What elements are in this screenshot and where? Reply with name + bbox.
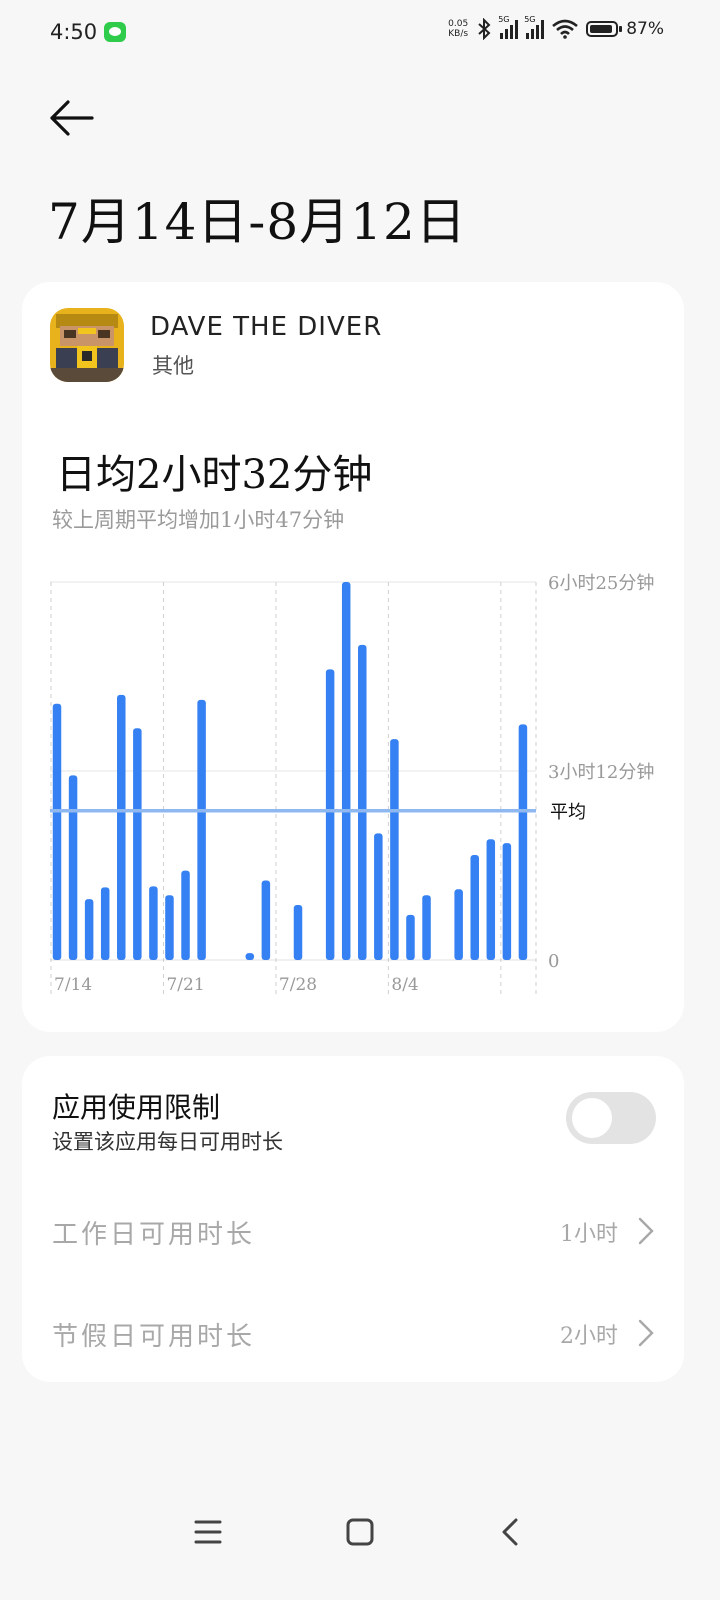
y-tick-label: 0 [548,951,559,972]
bar-8/5 [406,914,415,960]
limit-title: 应用使用限制 [52,1091,221,1124]
bar-7/17 [100,887,110,960]
bar-8/12 [518,724,528,960]
system-nav-bar [0,1494,720,1564]
status-time: 4:50 [50,20,98,44]
x-tick-label: 8/4 [391,975,418,995]
status-bar: 4:50 0.05 KB/s 5G 5G 87% [0,0,720,66]
x-tick-label: 7/21 [166,975,204,995]
comparison-text: 较上周期平均增加1小时47分钟 [52,508,345,532]
bar-8/3 [374,833,383,960]
workday-label: 工作日可用时长 [52,1220,256,1250]
net-speed: 0.05 KB/s [448,19,469,39]
bar-8/4 [390,739,399,960]
chevron-right-icon [638,1319,654,1347]
workday-value: 1小时 [560,1222,618,1247]
chevron-right-icon [638,1217,654,1245]
y-tick-label: 6小时25分钟 [548,573,654,594]
app-icon[interactable] [50,308,124,382]
holiday-label: 节假日可用时长 [52,1322,256,1352]
bar-7/26 [245,953,255,960]
average-label: 平均 [550,802,586,823]
message-notification-icon [104,22,126,42]
bar-7/27 [261,880,271,960]
bar-7/16 [84,899,94,960]
limit-card: 应用使用限制 设置该应用每日可用时长 工作日可用时长 1小时 节假日可用时长 2… [22,1056,684,1382]
page-title: 7月14日-8月12日 [48,193,467,251]
bar-8/2 [358,644,367,960]
app-category: 其他 [152,354,194,378]
bar-8/9 [470,854,479,960]
menu-icon[interactable] [188,1512,228,1552]
bar-7/29 [293,905,303,960]
bar-8/11 [502,843,512,960]
holiday-limit-row[interactable]: 节假日可用时长 2小时 [52,1304,656,1364]
usage-card: DAVE THE DIVER 其他 日均2小时32分钟 较上周期平均增加1小时4… [22,282,684,1032]
workday-limit-row[interactable]: 工作日可用时长 1小时 [52,1202,656,1262]
status-icons: 0.05 KB/s 5G 5G 87% [448,15,664,40]
holiday-value: 2小时 [560,1324,618,1349]
home-icon[interactable] [340,1512,380,1552]
x-tick-label: 7/28 [279,975,317,995]
toggle-knob [572,1098,612,1138]
bar-7/18 [117,694,126,960]
bar-7/23 [197,699,206,960]
usage-bar-chart: 平均 6小时25分钟 3小时12分钟 0 7/14 7/21 7/28 8/4 [50,573,654,995]
bar-7/21 [165,895,174,960]
bar-7/20 [149,886,158,960]
back-arrow-icon[interactable] [48,98,94,138]
bar-8/10 [486,839,496,960]
bar-7/15 [68,775,78,960]
wifi-icon [552,19,579,39]
bar-8/6 [422,895,431,960]
daily-average: 日均2小时32分钟 [56,452,373,498]
nav-back-icon[interactable] [492,1512,532,1552]
bar-7/14 [52,703,62,960]
signal-icon: 5G [498,15,519,39]
bar-7/31 [325,669,335,960]
battery-icon [586,21,623,37]
x-tick-label: 7/14 [54,975,92,995]
app-name: DAVE THE DIVER [150,312,383,342]
bar-7/22 [181,870,190,960]
bar-8/1 [341,582,351,960]
signal-icon-2: 5G [524,15,545,39]
bluetooth-icon [478,18,491,40]
usage-limit-toggle[interactable] [566,1092,656,1144]
battery-percent: 87% [626,19,664,39]
y-tick-label: 3小时12分钟 [548,762,654,783]
limit-subtitle: 设置该应用每日可用时长 [52,1130,283,1154]
bar-7/19 [133,728,142,960]
bar-8/8 [454,889,463,960]
